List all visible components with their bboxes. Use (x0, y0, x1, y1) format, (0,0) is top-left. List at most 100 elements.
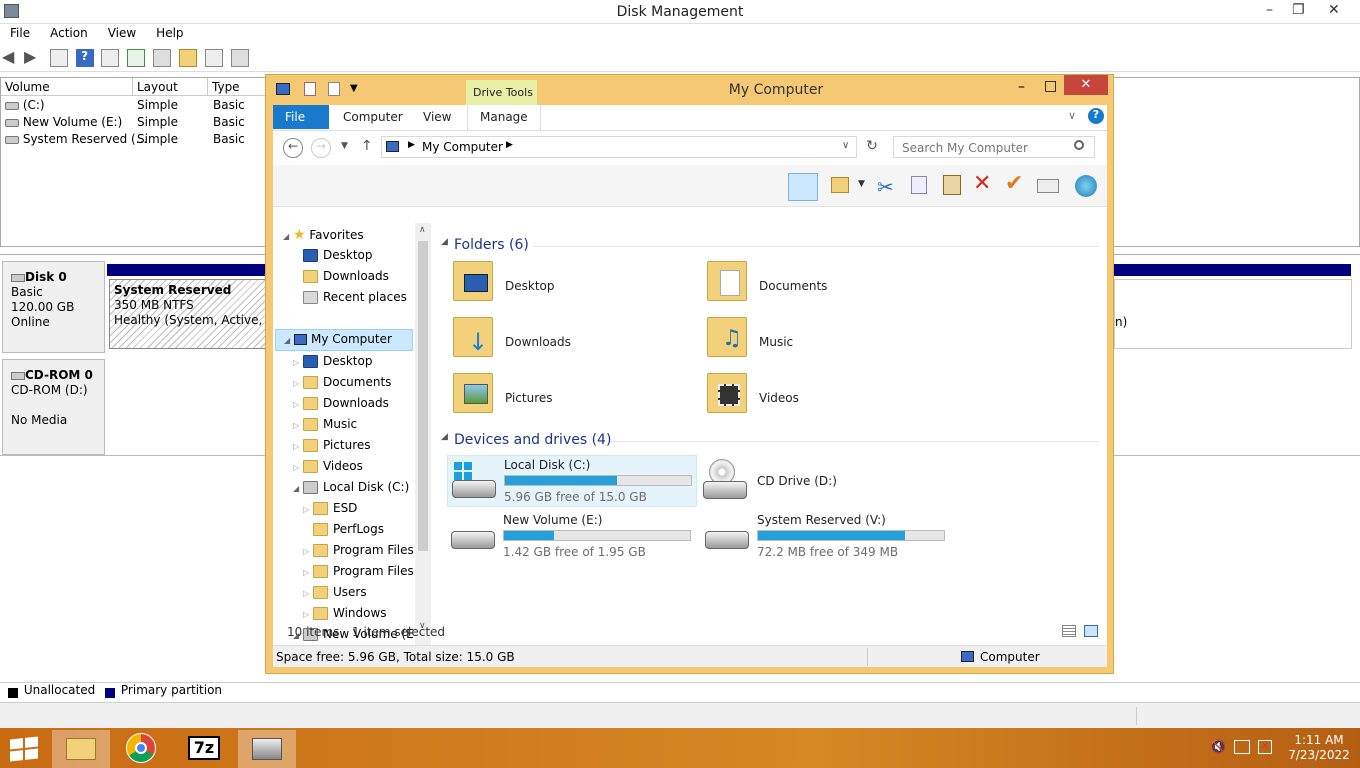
nav-fav-downloads[interactable]: Downloads (303, 269, 389, 289)
search-icon[interactable] (204, 49, 223, 67)
nav-scrollbar[interactable]: ∧ ∨ (415, 223, 431, 655)
expand-arrow-icon[interactable]: ▷ (293, 379, 299, 388)
menu-action[interactable]: Action (40, 24, 98, 40)
nav-fav-recent[interactable]: Recent places (303, 290, 407, 310)
nav-users[interactable]: ▷ Users (303, 585, 367, 605)
nav-comp-videos[interactable]: ▷ Videos (293, 459, 363, 479)
taskbar-explorer[interactable] (52, 730, 110, 768)
system-reserved-partition[interactable]: System Reserved 350 MB NTFS Healthy (Sys… (109, 279, 269, 349)
devices-group-header[interactable]: Devices and drives (4) (454, 432, 611, 448)
ribbon-collapse-icon[interactable]: ∨ (1068, 109, 1076, 122)
column-type[interactable]: Type (208, 78, 268, 96)
action-center-icon[interactable]: ✕ (1258, 740, 1272, 754)
explorer-minimize-button[interactable]: – (1018, 79, 1025, 95)
maximize-button[interactable]: ❐ (1292, 2, 1305, 18)
expand-arrow-icon[interactable]: ▷ (293, 400, 299, 409)
up-button[interactable]: ↑ (361, 138, 373, 154)
address-text[interactable]: My Computer (422, 140, 503, 154)
refresh-icon[interactable] (127, 49, 146, 67)
collapse-arrow-icon[interactable]: ◢ (283, 232, 289, 241)
breadcrumb-chevron-icon[interactable]: ▶ (408, 140, 415, 150)
search-icon[interactable] (1074, 140, 1084, 150)
folder-tile[interactable]: Videos (703, 371, 943, 421)
menu-file[interactable]: File (0, 24, 40, 40)
search-input[interactable]: Search My Computer (902, 141, 1028, 155)
new-folder-quick-icon[interactable] (328, 82, 340, 96)
c-partition[interactable]: n) (1114, 279, 1352, 349)
explorer-maximize-button[interactable]: □ (1044, 78, 1057, 94)
address-dropdown-icon[interactable]: ∨ (842, 140, 849, 151)
cdrom-0-label[interactable]: CD-ROM 0 CD-ROM (D:) No Media (2, 359, 105, 455)
address-bar[interactable]: ▶ My Computer ▶ ∨ (381, 136, 857, 158)
collapse-group-icon[interactable]: ◢ (441, 237, 448, 247)
nav-local-disk[interactable]: ◢ Local Disk (C:) (293, 480, 409, 500)
volume-row[interactable]: System Reserved (... (5, 132, 147, 149)
minimize-button[interactable]: – (1266, 2, 1273, 18)
nav-my-computer[interactable]: ◢ My Computer (275, 329, 413, 351)
nav-program-files[interactable]: ▷ Program Files (303, 543, 414, 563)
nav-fav-desktop[interactable]: Desktop (303, 248, 373, 268)
volume-row[interactable]: (C:) (5, 98, 45, 115)
nav-comp-pictures[interactable]: ▷ Pictures (293, 438, 371, 458)
collapse-arrow-icon[interactable]: ◢ (284, 336, 290, 345)
scroll-thumb[interactable] (418, 241, 428, 551)
column-layout[interactable]: Layout (133, 78, 208, 96)
folder-tile[interactable]: ♫ Music (703, 315, 943, 365)
menu-help[interactable]: Help (146, 24, 193, 40)
back-button[interactable]: ← (283, 138, 303, 158)
folders-group-header[interactable]: Folders (6) (454, 237, 529, 253)
properties-quick-icon[interactable] (304, 82, 316, 96)
tab-view[interactable]: View (411, 105, 463, 129)
nav-comp-downloads[interactable]: ▷ Downloads (293, 396, 389, 416)
console-tree-icon[interactable] (49, 49, 68, 67)
folder-tile[interactable]: Pictures (449, 371, 689, 421)
tab-file[interactable]: File (273, 105, 329, 129)
drive-tile-e[interactable]: New Volume (E:) 1.42 GB free of 1.95 GB (447, 511, 697, 563)
cut-icon[interactable]: ✂ (877, 175, 894, 199)
back-icon[interactable]: ◀ (2, 49, 20, 67)
nav-comp-music[interactable]: ▷ Music (293, 417, 357, 437)
forward-button[interactable]: → (311, 138, 331, 158)
delete-icon[interactable]: ✕ (973, 171, 991, 196)
7zip-icon[interactable]: 7z (188, 736, 220, 760)
search-box[interactable]: Search My Computer (893, 136, 1095, 158)
collapse-arrow-icon[interactable]: ◢ (293, 484, 299, 493)
folder-tile[interactable]: ↓ Downloads (449, 315, 689, 365)
nav-favorites[interactable]: ◢ ★ Favorites (283, 227, 364, 247)
network-icon[interactable] (1234, 740, 1250, 754)
expand-arrow-icon[interactable]: ▷ (303, 547, 309, 556)
rescan-icon[interactable] (230, 49, 249, 67)
expand-arrow-icon[interactable]: ▷ (293, 442, 299, 451)
taskbar-disk-management[interactable] (238, 730, 296, 768)
breadcrumb-chevron-icon[interactable]: ▶ (506, 140, 513, 150)
large-icons-view-icon[interactable] (1084, 625, 1098, 637)
tab-computer[interactable]: Computer (331, 105, 415, 129)
nav-esd[interactable]: ▷ ESD (303, 501, 357, 521)
drive-tile-d[interactable]: CD Drive (D:) (701, 455, 951, 507)
details-view-icon[interactable] (1062, 625, 1076, 637)
volume-muted-icon[interactable]: 🔇 (1210, 740, 1226, 755)
volume-row[interactable]: New Volume (E:) (5, 115, 122, 132)
folder-tile[interactable]: Desktop (449, 259, 689, 309)
rename-checkmark-icon[interactable]: ✔ (1005, 171, 1023, 196)
properties-icon[interactable] (101, 49, 120, 67)
expand-arrow-icon[interactable]: ▷ (303, 589, 309, 598)
nav-perflogs[interactable]: ▷ PerfLogs (303, 522, 384, 542)
help-icon[interactable]: ? (75, 49, 94, 67)
toolbar-dropdown-icon[interactable]: ▼ (858, 179, 865, 189)
nav-comp-documents[interactable]: ▷ Documents (293, 375, 391, 395)
recent-locations-icon[interactable]: ▼ (341, 141, 348, 151)
drive-tile-v[interactable]: System Reserved (V:) 72.2 MB free of 349… (701, 511, 951, 563)
clock[interactable]: 1:11 AM 7/23/2022 (1286, 733, 1352, 763)
network-globe-icon[interactable] (1075, 175, 1097, 197)
menu-view[interactable]: View (98, 24, 146, 40)
collapse-group-icon[interactable]: ◢ (441, 432, 448, 442)
nav-windows[interactable]: ▷ Windows (303, 606, 387, 626)
settings-icon[interactable] (153, 49, 172, 67)
map-drive-icon[interactable] (1037, 179, 1059, 193)
start-button[interactable] (10, 736, 38, 762)
preview-pane-icon[interactable] (788, 173, 818, 201)
expand-arrow-icon[interactable]: ▷ (303, 505, 309, 514)
quick-access-dropdown-icon[interactable]: ▼ (350, 83, 358, 94)
explorer-close-button[interactable]: ✕ (1064, 75, 1108, 95)
